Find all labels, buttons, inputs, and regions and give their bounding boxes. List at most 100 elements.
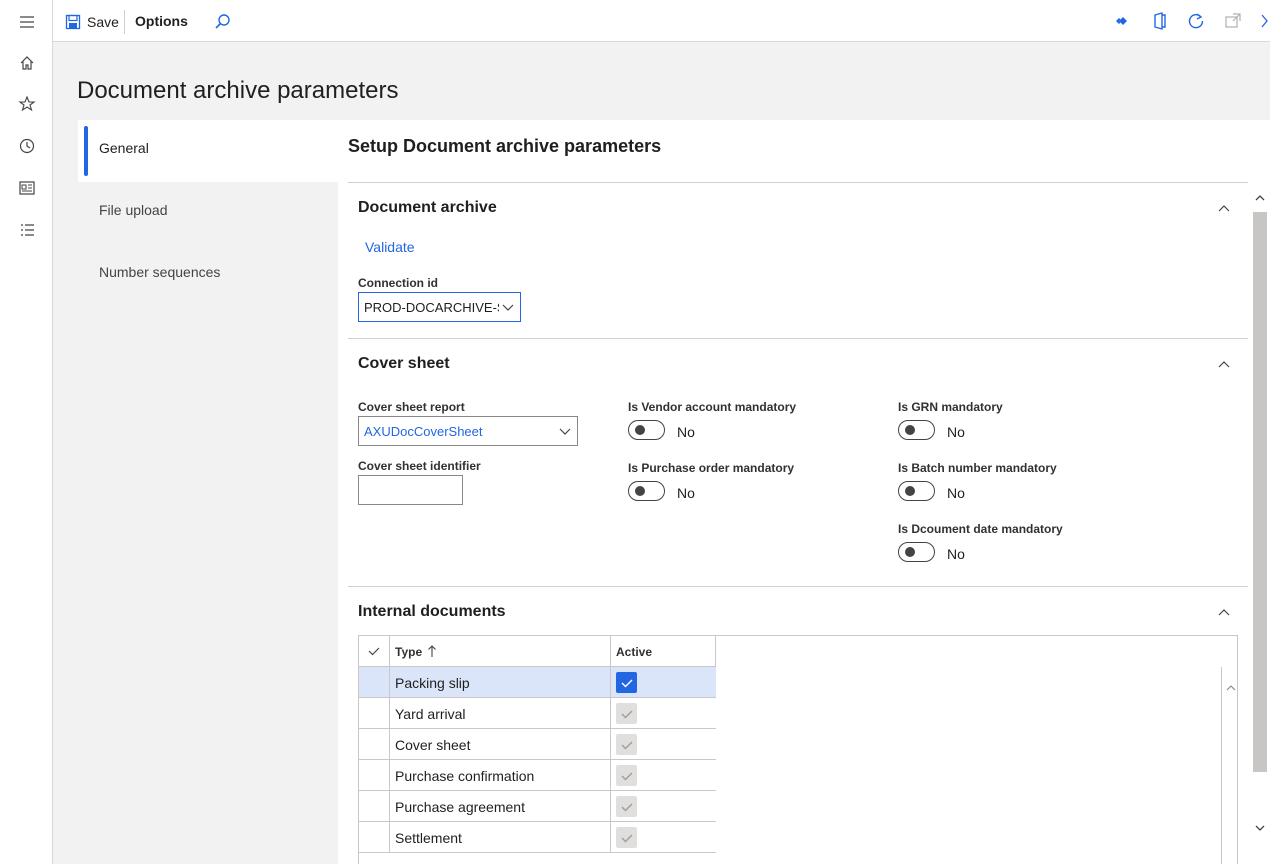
type-cell[interactable]: Settlement xyxy=(390,822,611,853)
section-divider xyxy=(348,586,1248,587)
checkmark-icon xyxy=(620,802,633,812)
toolbar-divider xyxy=(124,10,125,34)
section-title-internal-documents[interactable]: Internal documents xyxy=(358,603,506,621)
checkmark-icon xyxy=(620,678,633,688)
search-icon[interactable] xyxy=(213,12,233,32)
options-button[interactable]: Options xyxy=(135,13,188,29)
toggle-knob xyxy=(905,547,915,557)
row-selector[interactable] xyxy=(359,822,390,853)
cover-sheet-identifier-label: Cover sheet identifier xyxy=(358,459,481,473)
table-row[interactable]: Cover sheet xyxy=(359,729,716,760)
type-cell[interactable]: Cover sheet xyxy=(390,729,611,760)
active-column-header[interactable]: Active xyxy=(611,636,716,667)
validate-link[interactable]: Validate xyxy=(365,239,415,255)
tab-label: Number sequences xyxy=(99,264,221,280)
connection-id-value: PROD-DOCARCHIVE-S xyxy=(364,300,499,315)
section-title-document-archive[interactable]: Document archive xyxy=(358,199,497,217)
active-checkbox[interactable] xyxy=(616,796,637,817)
hamburger-menu-icon[interactable] xyxy=(14,9,40,35)
purchase-order-mandatory-value: No xyxy=(677,485,695,501)
toggle-knob xyxy=(635,425,645,435)
row-selector[interactable] xyxy=(359,760,390,791)
tab-general[interactable]: General xyxy=(78,120,338,182)
type-cell[interactable]: Yard arrival xyxy=(390,698,611,729)
active-checkbox[interactable] xyxy=(616,765,637,786)
table-row[interactable]: Yard arrival xyxy=(359,698,716,729)
chevron-down-icon xyxy=(559,428,571,435)
type-column-label: Type xyxy=(395,645,423,659)
select-all-column-header[interactable] xyxy=(359,636,390,667)
active-column-label: Active xyxy=(616,645,653,659)
grn-mandatory-value: No xyxy=(947,424,965,440)
batch-number-mandatory-label: Is Batch number mandatory xyxy=(898,461,1057,475)
command-bar: Save Options xyxy=(53,0,1270,42)
cover-sheet-identifier-input[interactable] xyxy=(358,475,463,505)
grid-scroll-up-chevron-icon[interactable] xyxy=(1225,682,1237,694)
navigation-rail xyxy=(0,0,53,864)
connection-id-combobox[interactable]: PROD-DOCARCHIVE-S xyxy=(358,292,521,322)
type-cell[interactable]: Purchase agreement xyxy=(390,791,611,822)
batch-number-mandatory-toggle[interactable] xyxy=(898,481,935,501)
modules-list-icon[interactable] xyxy=(14,217,40,243)
save-button[interactable]: Save xyxy=(65,10,119,34)
vertical-tab-list: General File upload Number sequences xyxy=(78,120,338,864)
purchase-order-mandatory-toggle[interactable] xyxy=(628,481,665,501)
table-row[interactable]: Settlement xyxy=(359,822,716,853)
grn-mandatory-label: Is GRN mandatory xyxy=(898,400,1003,414)
section-title-cover-sheet[interactable]: Cover sheet xyxy=(358,355,450,373)
active-cell xyxy=(611,729,716,760)
power-apps-diamond-icon[interactable] xyxy=(1113,11,1133,31)
grn-mandatory-toggle[interactable] xyxy=(898,420,935,440)
purchase-order-mandatory-label: Is Purchase order mandatory xyxy=(628,461,795,475)
save-label: Save xyxy=(87,14,119,30)
row-selector[interactable] xyxy=(359,698,390,729)
table-row[interactable]: Purchase confirmation xyxy=(359,760,716,791)
toggle-knob xyxy=(905,486,915,496)
checkmark-icon xyxy=(620,740,633,750)
tab-file-upload[interactable]: File upload xyxy=(78,182,338,244)
row-selector[interactable] xyxy=(359,791,390,822)
active-checkbox[interactable] xyxy=(616,827,637,848)
row-selector[interactable] xyxy=(359,729,390,760)
type-column-header[interactable]: Type xyxy=(390,636,611,667)
scrollbar-thumb[interactable] xyxy=(1253,212,1267,772)
type-cell[interactable]: Packing slip xyxy=(390,667,611,698)
type-cell-text: Packing slip xyxy=(395,675,470,691)
active-cell xyxy=(611,698,716,729)
vendor-account-mandatory-toggle[interactable] xyxy=(628,420,665,440)
cover-sheet-report-combobox[interactable]: AXUDocCoverSheet xyxy=(358,416,578,446)
scroll-down-chevron-icon[interactable] xyxy=(1254,822,1266,834)
active-cell xyxy=(611,760,716,791)
cover-sheet-report-value[interactable]: AXUDocCoverSheet xyxy=(364,424,483,439)
grid-header: Type Active xyxy=(359,636,716,667)
office-icon[interactable] xyxy=(1150,11,1170,31)
toggle-knob xyxy=(905,425,915,435)
active-checkbox[interactable] xyxy=(616,703,637,724)
favorites-star-icon[interactable] xyxy=(14,91,40,117)
refresh-icon[interactable] xyxy=(1186,11,1206,31)
tab-label: File upload xyxy=(99,202,168,218)
collapse-chevron-up-icon[interactable] xyxy=(1216,200,1232,216)
vendor-account-mandatory-value: No xyxy=(677,424,695,440)
chevron-right-icon[interactable] xyxy=(1259,11,1269,31)
recent-clock-icon[interactable] xyxy=(14,133,40,159)
table-row[interactable]: Packing slip xyxy=(359,667,716,698)
type-cell-text: Settlement xyxy=(395,830,462,846)
active-checkbox[interactable] xyxy=(616,672,637,693)
table-row[interactable]: Purchase agreement xyxy=(359,791,716,822)
row-selector[interactable] xyxy=(359,667,390,698)
document-date-mandatory-value: No xyxy=(947,546,965,562)
type-cell[interactable]: Purchase confirmation xyxy=(390,760,611,791)
home-icon[interactable] xyxy=(14,50,40,76)
document-date-mandatory-toggle[interactable] xyxy=(898,542,935,562)
checkmark-icon xyxy=(368,647,380,656)
workspaces-icon[interactable] xyxy=(14,175,40,201)
scroll-up-chevron-icon[interactable] xyxy=(1254,192,1266,204)
tab-number-sequences[interactable]: Number sequences xyxy=(78,244,338,306)
chevron-down-icon xyxy=(502,304,514,311)
open-in-new-window-icon[interactable] xyxy=(1223,11,1243,31)
page-scrollbar[interactable] xyxy=(1252,182,1270,842)
collapse-chevron-up-icon[interactable] xyxy=(1216,604,1232,620)
collapse-chevron-up-icon[interactable] xyxy=(1216,356,1232,372)
active-checkbox[interactable] xyxy=(616,734,637,755)
